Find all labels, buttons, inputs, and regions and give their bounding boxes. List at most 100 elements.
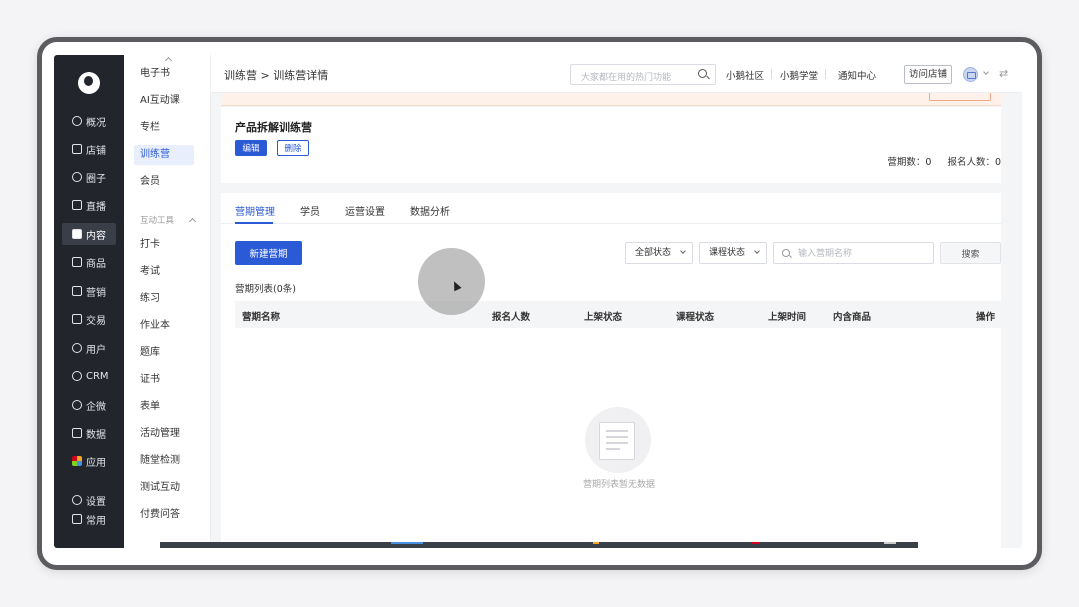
status-select[interactable]: 全部状态 (625, 242, 693, 264)
status-select-value: 全部状态 (635, 248, 672, 258)
divider (825, 69, 826, 79)
taskbar-app[interactable] (884, 542, 896, 544)
scroll-up-icon[interactable] (164, 56, 173, 65)
sub-item-question-bank[interactable]: 题库 (134, 343, 194, 363)
switch-icon[interactable]: ⇄ (999, 67, 1008, 80)
group-label: 互动工具 (140, 216, 175, 226)
sub-item-activity[interactable]: 活动管理 (134, 424, 194, 444)
doc-line (606, 448, 620, 450)
empty-document-icon (585, 407, 651, 473)
period-name-search[interactable] (773, 242, 934, 264)
live-icon (72, 200, 82, 210)
nav-item-users[interactable]: 用户 (62, 337, 116, 359)
chevron-down-icon (754, 248, 760, 254)
sub-item-ebook[interactable]: 电子书 (134, 64, 194, 84)
visit-store-button[interactable]: 访问店铺 (904, 65, 952, 84)
nav-item-circle[interactable]: 圈子 (62, 166, 116, 188)
top-bar: 训练营 > 训练营详情 小鹅社区 小鹅学堂 通知中心 访问店铺 ⇄ (211, 55, 1022, 93)
divider (771, 69, 772, 79)
taskbar-app[interactable] (391, 542, 423, 544)
nav-item-overview[interactable]: 概况 (62, 110, 116, 132)
tab-period-management[interactable]: 营期管理 (235, 203, 275, 218)
nav-item-content[interactable]: 内容 (62, 223, 116, 245)
nav-label: 企微 (86, 401, 106, 413)
doc-line (606, 436, 628, 438)
nav-item-products[interactable]: 商品 (62, 251, 116, 273)
interactive-tools-group[interactable]: 互动工具 (140, 214, 197, 226)
academy-link[interactable]: 小鹅学堂 (780, 68, 818, 82)
nav-item-data[interactable]: 数据 (62, 422, 116, 444)
camp-stats: 营期数：0 报名人数：0 (887, 154, 1001, 168)
tab-data-analysis[interactable]: 数据分析 (410, 203, 450, 218)
sub-item-practice[interactable]: 练习 (134, 289, 194, 309)
sub-item-training-camp[interactable]: 训练营 (134, 145, 194, 165)
nav-item-settings[interactable]: 设置 (62, 491, 116, 509)
chevron-down-icon[interactable] (983, 69, 989, 75)
column-header: 课程状态 (676, 312, 715, 323)
sub-item-quiz[interactable]: 随堂检测 (134, 451, 194, 471)
course-status-select[interactable]: 课程状态 (699, 242, 767, 264)
apps-icon (72, 456, 82, 466)
nav-item-wecom[interactable]: 企微 (62, 394, 116, 416)
column-header: 上架状态 (584, 312, 623, 323)
empty-state-text: 营期列表暂无数据 (582, 480, 655, 490)
document-icon (72, 229, 82, 239)
community-link[interactable]: 小鹅社区 (726, 68, 764, 82)
sub-item-test-interact[interactable]: 测试互动 (134, 478, 194, 498)
nav-item-store[interactable]: 店铺 (62, 138, 116, 160)
new-period-button[interactable]: 新建营期 (235, 241, 302, 265)
page-content: 产品拆解训练营 编辑 删除 营期数：0 报名人数：0 营期管理 学员 运营设置 … (221, 93, 1011, 548)
column-header: 上架时间 (768, 312, 807, 323)
nav-item-favorites[interactable]: 常用 (62, 510, 116, 528)
tab-students[interactable]: 学员 (300, 203, 320, 218)
nav-label: CRM (86, 370, 109, 382)
chart-icon (72, 428, 82, 438)
pie-icon (72, 116, 82, 126)
sub-item-membership[interactable]: 会员 (134, 172, 194, 192)
sub-item-homework[interactable]: 作业本 (134, 316, 194, 336)
column-header: 内含商品 (833, 312, 872, 323)
notice-action-button[interactable] (929, 93, 991, 101)
search-button[interactable]: 搜索 (940, 242, 1001, 264)
app-logo (78, 72, 100, 94)
nav-item-marketing[interactable]: 营销 (62, 280, 116, 302)
tab-operation-settings[interactable]: 运营设置 (345, 203, 385, 218)
sub-item-ai-course[interactable]: AI互动课 (134, 91, 194, 111)
nav-item-live[interactable]: 直播 (62, 194, 116, 216)
sub-item-certificate[interactable]: 证书 (134, 370, 194, 390)
nav-label: 营销 (86, 287, 106, 299)
megaphone-icon (72, 286, 82, 296)
delete-button[interactable]: 删除 (277, 140, 309, 156)
nav-item-apps[interactable]: 应用 (62, 450, 116, 472)
column-header: 操作 (976, 312, 996, 323)
notice-banner (221, 93, 1001, 106)
sub-item-column[interactable]: 专栏 (134, 118, 194, 138)
receipt-icon (72, 314, 82, 324)
nav-item-trade[interactable]: 交易 (62, 308, 116, 330)
period-name-input[interactable] (798, 246, 928, 261)
notification-center-link[interactable]: 通知中心 (838, 68, 876, 82)
search-icon (782, 249, 790, 257)
doc-line (606, 442, 628, 444)
taskbar (160, 542, 918, 548)
user-icon (72, 343, 82, 353)
global-search[interactable] (570, 64, 716, 88)
breadcrumb: 训练营 > 训练营详情 (224, 69, 329, 82)
search-icon[interactable] (698, 69, 707, 78)
sub-item-paid-qa[interactable]: 付费问答 (134, 505, 194, 525)
chevron-down-icon (680, 248, 686, 254)
nav-label: 常用 (86, 515, 106, 527)
box-icon (72, 257, 82, 267)
taskbar-app[interactable] (593, 542, 599, 544)
avatar[interactable] (963, 67, 978, 82)
camp-header-card: 产品拆解训练营 编辑 删除 营期数：0 报名人数：0 (221, 107, 1001, 183)
global-search-input[interactable] (571, 68, 689, 88)
nav-label: 数据 (86, 429, 106, 441)
taskbar-app[interactable] (751, 542, 759, 544)
edit-button[interactable]: 编辑 (235, 140, 267, 156)
nav-item-crm[interactable]: CRM (62, 365, 116, 387)
sub-item-form[interactable]: 表单 (134, 397, 194, 417)
sub-item-checkin[interactable]: 打卡 (134, 235, 194, 255)
people-icon (72, 172, 82, 182)
sub-item-exam[interactable]: 考试 (134, 262, 194, 282)
